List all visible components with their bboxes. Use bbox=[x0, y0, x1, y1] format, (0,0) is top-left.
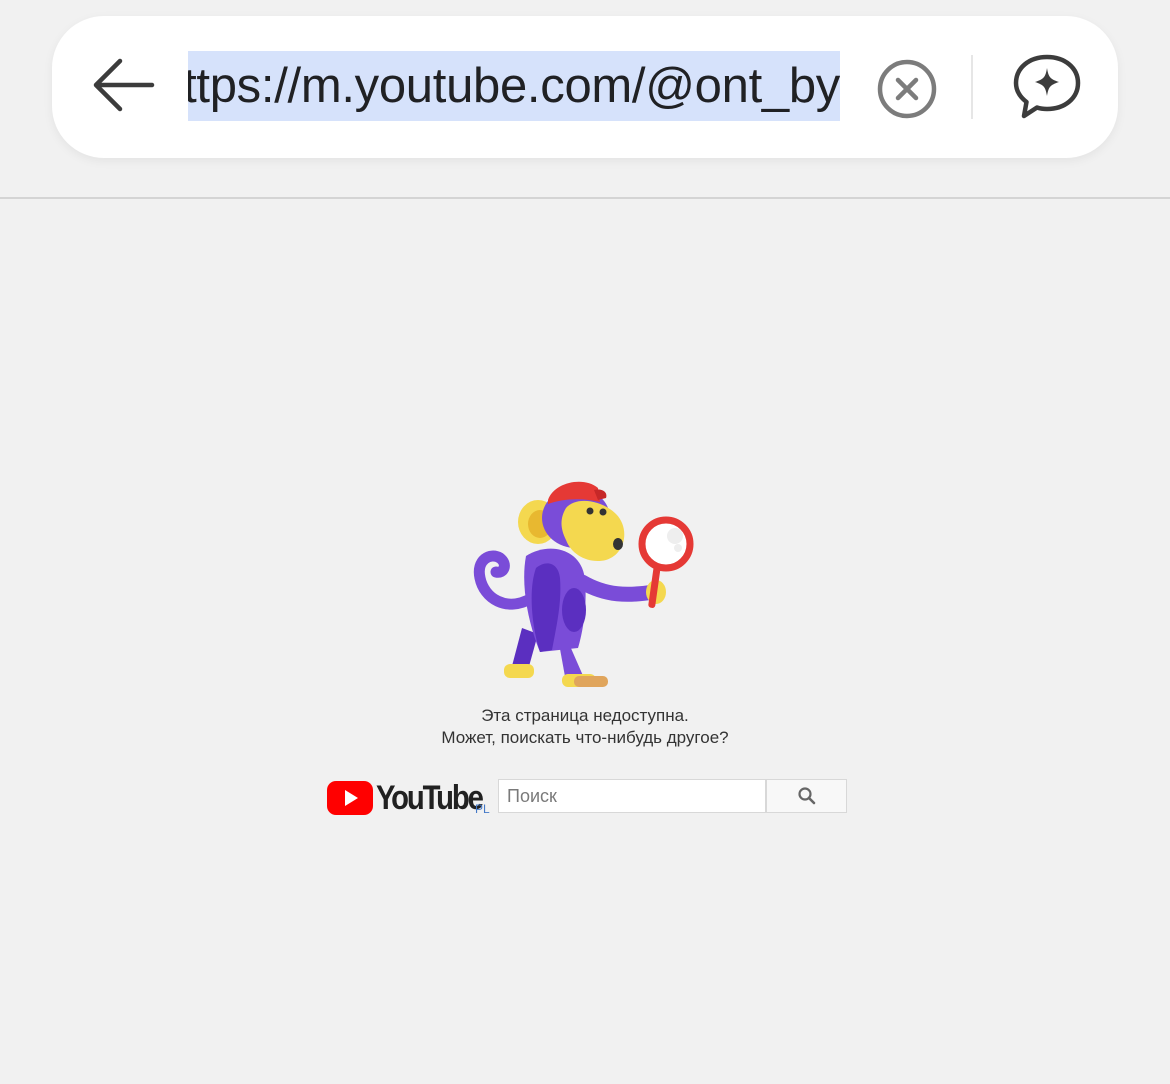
url-field[interactable]: https://m.youtube.com/@ont_by bbox=[188, 51, 840, 121]
youtube-play-icon bbox=[327, 781, 373, 815]
url-text[interactable]: https://m.youtube.com/@ont_by bbox=[188, 51, 840, 121]
arrow-left-icon bbox=[93, 58, 155, 112]
close-circle-icon bbox=[877, 59, 937, 119]
search-button[interactable] bbox=[766, 779, 847, 813]
monkey-illustration bbox=[466, 478, 706, 694]
youtube-logo[interactable]: YouTube PL bbox=[325, 778, 497, 820]
clear-url-button[interactable] bbox=[874, 56, 940, 122]
search-icon bbox=[797, 787, 815, 805]
assistant-button[interactable] bbox=[1008, 50, 1086, 124]
error-message-line2: Может, поискать что-нибудь другое? bbox=[441, 728, 729, 747]
browser-toolbar: https://m.youtube.com/@ont_by bbox=[0, 0, 1170, 197]
error-message: Эта страница недоступна. Может, поискать… bbox=[385, 705, 785, 749]
sparkle-chat-icon bbox=[1013, 54, 1081, 119]
error-message-line1: Эта страница недоступна. bbox=[481, 706, 689, 725]
toolbar-divider bbox=[971, 55, 973, 119]
toolbar-divider-line bbox=[0, 197, 1170, 199]
search-input[interactable] bbox=[498, 779, 766, 813]
youtube-country-code: PL bbox=[475, 802, 490, 816]
youtube-logo-text: YouTube bbox=[376, 779, 484, 817]
back-button[interactable] bbox=[88, 52, 158, 118]
